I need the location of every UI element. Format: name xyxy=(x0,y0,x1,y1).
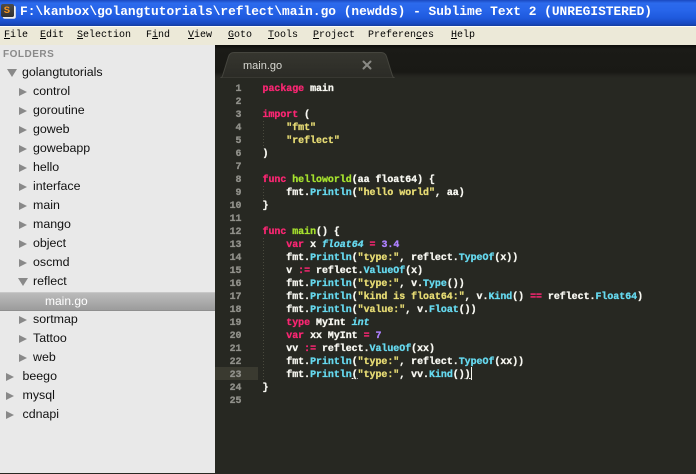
svg-text:main.go: main.go xyxy=(243,60,282,72)
